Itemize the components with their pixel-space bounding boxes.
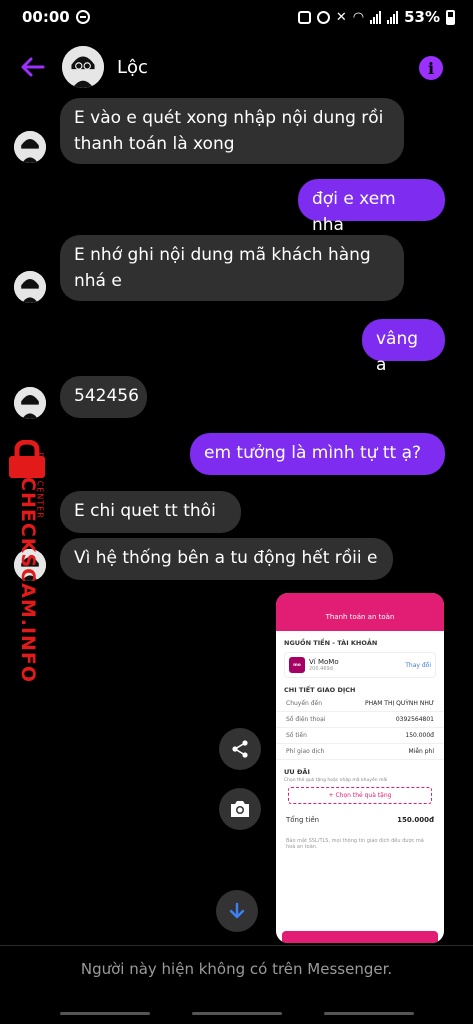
security-note: Bảo mật SSL/TLS, mọi thông tin giao dịch… xyxy=(286,838,424,850)
message-incoming[interactable]: E vào e quét xong nhập nội dung rồi than… xyxy=(60,98,404,164)
detail-row: Chuyển đến PHẠM THỊ QUỲNH NHƯ xyxy=(276,696,444,712)
wallet-name: Ví MoMo xyxy=(309,658,339,666)
confirm-button xyxy=(282,931,438,943)
momo-logo-icon: mo xyxy=(289,657,305,673)
detail-row: Phí giao dịch Miễn phí xyxy=(276,744,444,760)
detail-row: Số điện thoại 0392564801 xyxy=(276,712,444,728)
alarm-icon xyxy=(316,10,330,24)
contact-avatar-small[interactable] xyxy=(14,271,46,303)
wifi-icon: ◠ xyxy=(352,9,365,25)
detail-label: Số điện thoại xyxy=(286,716,326,723)
attachment-source-label: NGUỒN TIỀN - TÀI KHOẢN xyxy=(284,639,378,647)
signal-icon xyxy=(370,10,382,24)
arrow-down-icon xyxy=(229,902,245,919)
image-attachment[interactable]: Thanh toán an toàn NGUỒN TIỀN - TÀI KHOẢ… xyxy=(276,593,444,943)
detail-label: Chuyển đến xyxy=(286,700,323,707)
lock-icon xyxy=(297,10,311,24)
detail-label: Số tiền xyxy=(286,732,307,739)
total-label: Tổng tiền xyxy=(286,816,320,824)
promo-button: + Chọn thẻ quà tặng xyxy=(288,787,432,804)
chat-header: Lộc i xyxy=(0,38,473,96)
mute-icon: ✕ xyxy=(335,9,347,25)
detail-value: PHẠM THỊ QUỲNH NHƯ xyxy=(364,700,434,707)
promo-hint: Chọn thẻ quà tặng hoặc nhập mã khuyến mã… xyxy=(284,778,388,783)
detail-value: 0392564801 xyxy=(395,716,434,723)
camera-icon xyxy=(231,801,249,817)
share-button[interactable] xyxy=(219,728,261,770)
message-outgoing[interactable]: vâng a xyxy=(362,319,445,375)
unavailable-notice: Người này hiện không có trên Messenger. xyxy=(0,945,473,993)
camera-button[interactable] xyxy=(219,788,261,830)
attachment-title: Thanh toán an toàn xyxy=(276,593,444,631)
total-value: 150.000đ xyxy=(397,816,434,824)
message-incoming[interactable]: E nhớ ghi nội dung mã khách hàng nhá e xyxy=(60,235,404,301)
message-incoming[interactable]: Vì hệ thống bên a tu động hết rồii e xyxy=(60,538,393,580)
watermark: DATA CENTER CHECKSCAM.INFO xyxy=(2,440,52,684)
scroll-down-button[interactable] xyxy=(216,890,258,932)
battery-icon xyxy=(446,9,455,25)
message-incoming[interactable]: 542456 xyxy=(60,376,147,418)
contact-avatar[interactable] xyxy=(62,46,104,88)
wallet-card: mo Ví MoMo 200.469đ Thay đổi xyxy=(284,652,436,678)
watermark-brand: CHECKSCAM.INFO xyxy=(17,477,39,684)
message-outgoing[interactable]: đợi e xem nha xyxy=(298,179,445,235)
detail-value: 150.000đ xyxy=(405,732,434,739)
wallet-change: Thay đổi xyxy=(405,661,431,669)
message-incoming[interactable]: E chi quet tt thôi xyxy=(60,491,241,533)
signal-2-icon xyxy=(387,10,399,24)
nav-home[interactable] xyxy=(192,1012,282,1015)
info-icon[interactable]: i xyxy=(419,56,443,80)
system-nav-bar xyxy=(0,1000,473,1024)
contact-avatar-small[interactable] xyxy=(14,131,46,163)
status-time: 00:00 xyxy=(22,8,70,26)
attachment-details-label: CHI TIẾT GIAO DỊCH xyxy=(284,686,356,694)
back-arrow-icon[interactable] xyxy=(18,52,48,82)
contact-name[interactable]: Lộc xyxy=(117,57,148,78)
nav-recent[interactable] xyxy=(60,1012,150,1015)
detail-row: Số tiền 150.000đ xyxy=(276,728,444,744)
detail-value: Miễn phí xyxy=(408,748,434,755)
status-bar: 00:00 ✕ ◠ 53% xyxy=(0,0,473,34)
nav-back[interactable] xyxy=(324,1012,414,1015)
wallet-balance: 200.469đ xyxy=(309,666,333,672)
message-outgoing[interactable]: em tưởng là mình tự tt ạ? xyxy=(190,433,445,475)
share-icon xyxy=(232,740,248,758)
total-row: Tổng tiền 150.000đ xyxy=(276,808,444,832)
do-not-disturb-icon xyxy=(75,10,90,24)
promo-title: ƯU ĐÃI xyxy=(284,768,310,776)
contact-avatar-small[interactable] xyxy=(14,387,46,419)
battery-percent: 53% xyxy=(404,8,440,26)
detail-label: Phí giao dịch xyxy=(286,748,325,755)
